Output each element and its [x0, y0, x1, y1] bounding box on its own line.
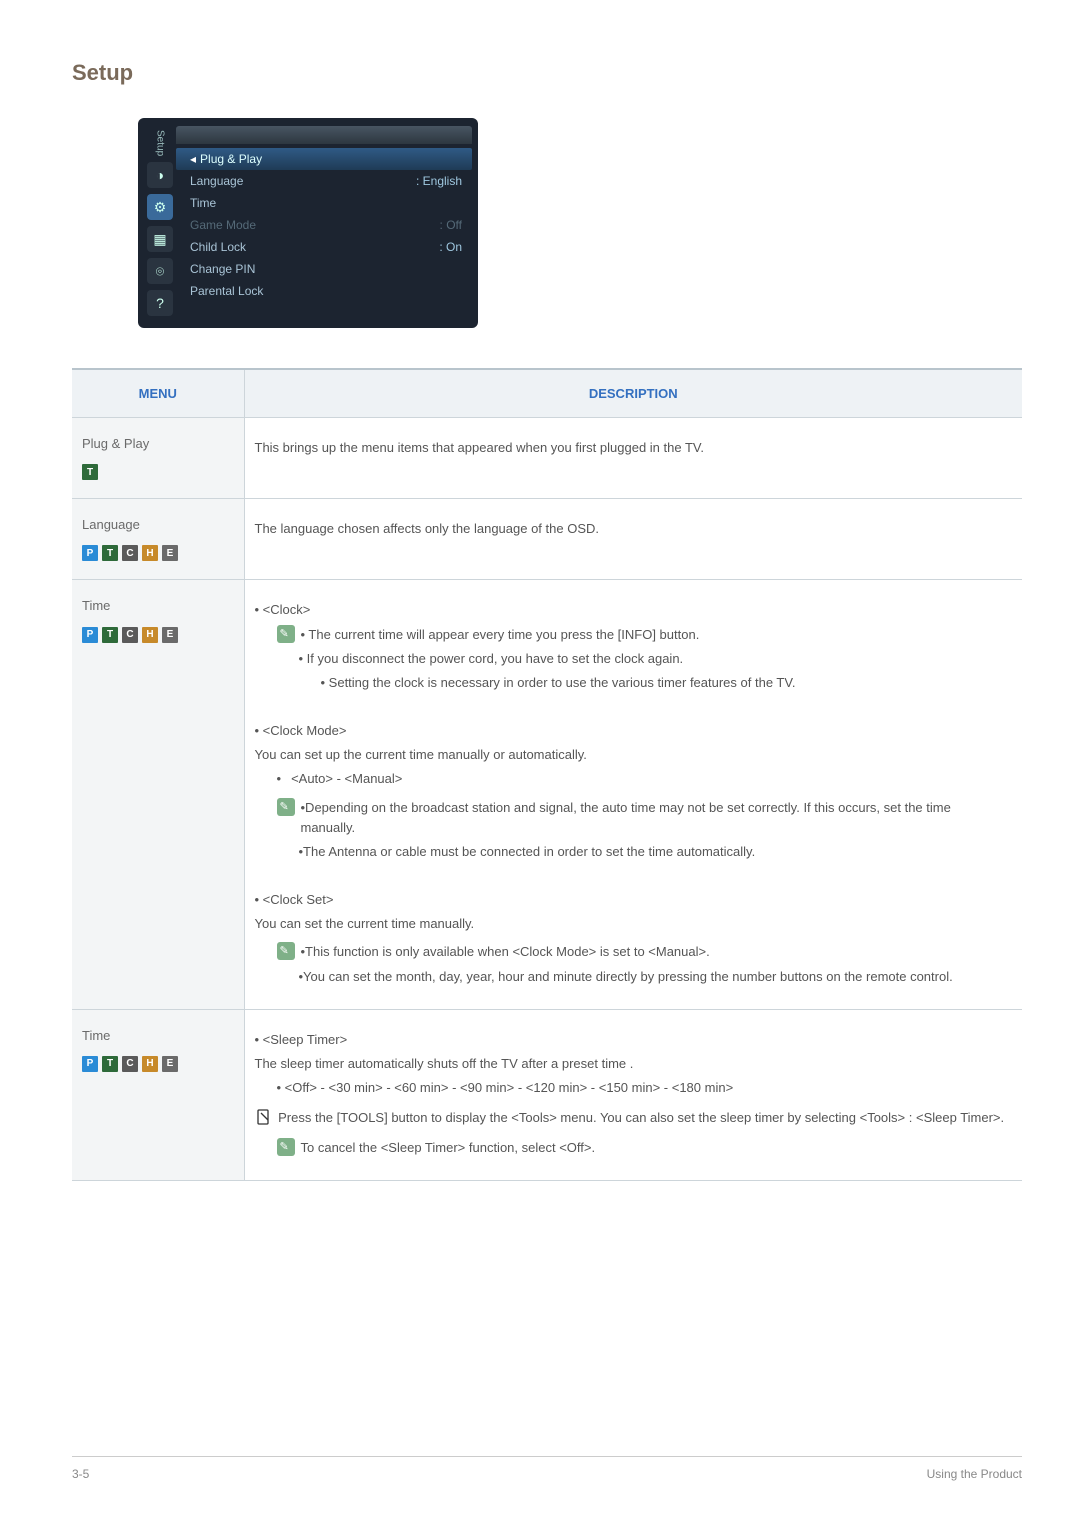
note-text: •Depending on the broadcast station and … [301, 798, 1007, 838]
column-header-description: DESCRIPTION [244, 369, 1022, 418]
osd-row: Language: English [176, 170, 472, 192]
column-header-menu: MENU [72, 369, 244, 418]
menu-name: Time [82, 596, 234, 616]
clock-set-heading: • <Clock Set> [255, 890, 1013, 910]
osd-row: Time [176, 192, 472, 214]
osd-topbar [176, 126, 472, 144]
osd-sidebar-icon: ⚙ [147, 194, 173, 220]
osd-sidebar-icon: ? [147, 290, 173, 316]
osd-sidebar-icon: ⌾ [147, 258, 173, 284]
mode-badge: T [102, 627, 118, 643]
mode-badge: T [102, 1056, 118, 1072]
table-row: Time P T C H E • <Clock> • The current t… [72, 580, 1022, 1009]
table-row: Language P T C H E The language chosen a… [72, 499, 1022, 580]
footer-page-number: 3-5 [72, 1467, 89, 1481]
page-title: Setup [72, 60, 1022, 86]
osd-sidebar-icon: ◑ [147, 162, 173, 188]
osd-row: ◂Plug & Play [176, 148, 472, 170]
options-text: • <Off> - <30 min> - <60 min> - <90 min>… [255, 1078, 1013, 1098]
osd-row: Change PIN [176, 258, 472, 280]
osd-sidebar-icon: ▦ [147, 226, 173, 252]
note-icon [277, 625, 295, 643]
options-text: <Auto> - <Manual> [277, 769, 1013, 789]
mode-badge: T [82, 464, 98, 480]
tools-icon [255, 1109, 271, 1125]
menu-name: Language [82, 515, 234, 535]
sleep-heading: • <Sleep Timer> [255, 1030, 1013, 1050]
description-text: The language chosen affects only the lan… [255, 519, 1013, 539]
description-text: You can set the current time manually. [255, 914, 1013, 934]
note-icon [277, 942, 295, 960]
mode-badge: P [82, 627, 98, 643]
note-text: • Setting the clock is necessary in orde… [255, 673, 1013, 693]
description-text: The sleep timer automatically shuts off … [255, 1054, 1013, 1074]
clock-heading: • <Clock> [255, 600, 1013, 620]
note-icon [277, 798, 295, 816]
note-text: • If you disconnect the power cord, you … [255, 649, 1013, 669]
mode-badge: P [82, 545, 98, 561]
mode-badge: P [82, 1056, 98, 1072]
mode-badge: E [162, 545, 178, 561]
mode-badge: C [122, 627, 138, 643]
note-text: •The Antenna or cable must be connected … [255, 842, 1013, 862]
mode-badges: T [82, 464, 234, 480]
note-text: •This function is only available when <C… [301, 944, 710, 959]
osd-screenshot: Setup ◑ ⚙ ▦ ⌾ ? ◂Plug & Play Language: E… [138, 118, 478, 328]
osd-row: Parental Lock [176, 280, 472, 302]
mode-badge: C [122, 545, 138, 561]
note-icon [277, 1138, 295, 1156]
footer-section: Using the Product [927, 1467, 1022, 1481]
osd-row: Game Mode: Off [176, 214, 472, 236]
note-text: • The current time will appear every tim… [301, 627, 700, 642]
table-row: Plug & Play T This brings up the menu it… [72, 418, 1022, 499]
mode-badge: E [162, 1056, 178, 1072]
mode-badges: P T C H E [82, 545, 234, 561]
mode-badge: H [142, 1056, 158, 1072]
mode-badges: P T C H E [82, 627, 234, 643]
osd-side-label: Setup [155, 130, 166, 156]
description-text: This brings up the menu items that appea… [255, 438, 1013, 458]
mode-badges: P T C H E [82, 1056, 234, 1072]
clock-mode-heading: • <Clock Mode> [255, 721, 1013, 741]
table-row: Time P T C H E • <Sleep Timer> The sleep… [72, 1009, 1022, 1181]
osd-row: Child Lock: On [176, 236, 472, 258]
note-text: •You can set the month, day, year, hour … [255, 967, 1013, 987]
mode-badge: H [142, 545, 158, 561]
mode-badge: E [162, 627, 178, 643]
mode-badge: H [142, 627, 158, 643]
menu-description-table: MENU DESCRIPTION Plug & Play T This brin… [72, 368, 1022, 1181]
mode-badge: C [122, 1056, 138, 1072]
mode-badge: T [102, 545, 118, 561]
tools-text: Press the [TOOLS] button to display the … [278, 1108, 1012, 1128]
description-text: You can set up the current time manually… [255, 745, 1013, 765]
note-text: To cancel the <Sleep Timer> function, se… [301, 1140, 596, 1155]
menu-name: Time [82, 1026, 234, 1046]
menu-name: Plug & Play [82, 434, 234, 454]
